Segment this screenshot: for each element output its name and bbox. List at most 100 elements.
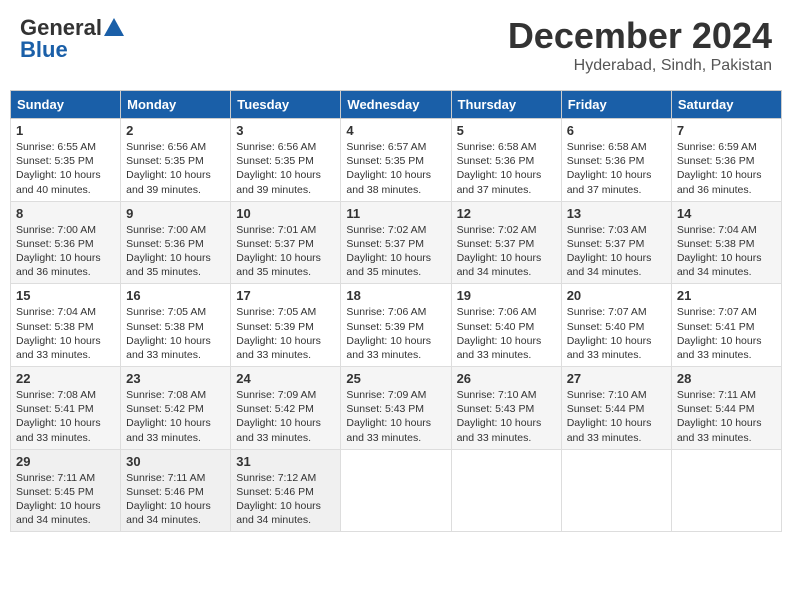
- sunrise: Sunrise: 7:04 AM: [16, 305, 115, 319]
- table-row: 29Sunrise: 7:11 AMSunset: 5:45 PMDayligh…: [11, 449, 121, 532]
- col-monday: Monday: [121, 91, 231, 119]
- sunrise: Sunrise: 6:56 AM: [126, 140, 225, 154]
- daylight: Daylight: 10 hours and 40 minutes.: [16, 168, 115, 196]
- day-number: 12: [457, 206, 556, 221]
- table-row: 11Sunrise: 7:02 AMSunset: 5:37 PMDayligh…: [341, 201, 451, 284]
- sunset: Sunset: 5:45 PM: [16, 485, 115, 499]
- day-number: 28: [677, 371, 776, 386]
- calendar-week-row: 1Sunrise: 6:55 AMSunset: 5:35 PMDaylight…: [11, 119, 782, 202]
- daylight: Daylight: 10 hours and 33 minutes.: [346, 416, 445, 444]
- day-number: 22: [16, 371, 115, 386]
- logo: General Blue: [20, 15, 124, 63]
- col-friday: Friday: [561, 91, 671, 119]
- sunrise: Sunrise: 7:10 AM: [457, 388, 556, 402]
- calendar-week-row: 22Sunrise: 7:08 AMSunset: 5:41 PMDayligh…: [11, 367, 782, 450]
- daylight: Daylight: 10 hours and 33 minutes.: [126, 334, 225, 362]
- col-thursday: Thursday: [451, 91, 561, 119]
- table-row: 2Sunrise: 6:56 AMSunset: 5:35 PMDaylight…: [121, 119, 231, 202]
- daylight: Daylight: 10 hours and 33 minutes.: [16, 416, 115, 444]
- daylight: Daylight: 10 hours and 33 minutes.: [346, 334, 445, 362]
- sunrise: Sunrise: 7:01 AM: [236, 223, 335, 237]
- logo-blue: Blue: [20, 37, 68, 63]
- daylight: Daylight: 10 hours and 39 minutes.: [236, 168, 335, 196]
- sunset: Sunset: 5:35 PM: [236, 154, 335, 168]
- table-row: 19Sunrise: 7:06 AMSunset: 5:40 PMDayligh…: [451, 284, 561, 367]
- calendar-week-row: 8Sunrise: 7:00 AMSunset: 5:36 PMDaylight…: [11, 201, 782, 284]
- day-number: 6: [567, 123, 666, 138]
- sunrise: Sunrise: 7:11 AM: [126, 471, 225, 485]
- daylight: Daylight: 10 hours and 35 minutes.: [346, 251, 445, 279]
- daylight: Daylight: 10 hours and 33 minutes.: [677, 334, 776, 362]
- table-row: 6Sunrise: 6:58 AMSunset: 5:36 PMDaylight…: [561, 119, 671, 202]
- sunset: Sunset: 5:38 PM: [126, 320, 225, 334]
- daylight: Daylight: 10 hours and 33 minutes.: [126, 416, 225, 444]
- table-row: 7 Sunrise: 6:59 AMSunset: 5:36 PMDaylight…: [671, 119, 781, 202]
- sunset: Sunset: 5:36 PM: [567, 154, 666, 168]
- daylight: Daylight: 10 hours and 38 minutes.: [346, 168, 445, 196]
- sunset: Sunset: 5:44 PM: [677, 402, 776, 416]
- day-number: 7: [677, 123, 776, 138]
- day-number: 13: [567, 206, 666, 221]
- day-number: 14: [677, 206, 776, 221]
- table-row: 13Sunrise: 7:03 AMSunset: 5:37 PMDayligh…: [561, 201, 671, 284]
- table-row: 12Sunrise: 7:02 AMSunset: 5:37 PMDayligh…: [451, 201, 561, 284]
- sunrise: Sunrise: 7:08 AM: [126, 388, 225, 402]
- table-row: [561, 449, 671, 532]
- col-tuesday: Tuesday: [231, 91, 341, 119]
- day-number: 25: [346, 371, 445, 386]
- daylight: Daylight: 10 hours and 33 minutes.: [567, 334, 666, 362]
- sunrise: Sunrise: 7:07 AM: [677, 305, 776, 319]
- day-number: 19: [457, 288, 556, 303]
- sunset: Sunset: 5:36 PM: [677, 154, 776, 168]
- sunset: Sunset: 5:42 PM: [236, 402, 335, 416]
- table-row: 18Sunrise: 7:06 AMSunset: 5:39 PMDayligh…: [341, 284, 451, 367]
- day-number: 9: [126, 206, 225, 221]
- sunrise: Sunrise: 7:12 AM: [236, 471, 335, 485]
- sunset: Sunset: 5:36 PM: [16, 237, 115, 251]
- table-row: 21Sunrise: 7:07 AMSunset: 5:41 PMDayligh…: [671, 284, 781, 367]
- daylight: Daylight: 10 hours and 34 minutes.: [567, 251, 666, 279]
- day-number: 8: [16, 206, 115, 221]
- table-row: 8Sunrise: 7:00 AMSunset: 5:36 PMDaylight…: [11, 201, 121, 284]
- daylight: Daylight: 10 hours and 34 minutes.: [16, 499, 115, 527]
- daylight: Daylight: 10 hours and 33 minutes.: [457, 416, 556, 444]
- sunset: Sunset: 5:39 PM: [346, 320, 445, 334]
- day-number: 16: [126, 288, 225, 303]
- day-number: 11: [346, 206, 445, 221]
- table-row: 16Sunrise: 7:05 AMSunset: 5:38 PMDayligh…: [121, 284, 231, 367]
- month-title: December 2024: [508, 15, 772, 57]
- table-row: 9Sunrise: 7:00 AMSunset: 5:36 PMDaylight…: [121, 201, 231, 284]
- table-row: 15Sunrise: 7:04 AMSunset: 5:38 PMDayligh…: [11, 284, 121, 367]
- day-number: 21: [677, 288, 776, 303]
- sunset: Sunset: 5:43 PM: [346, 402, 445, 416]
- sunrise: Sunrise: 7:02 AM: [346, 223, 445, 237]
- table-row: 26Sunrise: 7:10 AMSunset: 5:43 PMDayligh…: [451, 367, 561, 450]
- sunrise: Sunrise: 7:00 AM: [16, 223, 115, 237]
- sunrise: Sunrise: 7:09 AM: [236, 388, 335, 402]
- daylight: Daylight: 10 hours and 36 minutes.: [677, 168, 776, 196]
- day-number: 5: [457, 123, 556, 138]
- day-number: 15: [16, 288, 115, 303]
- sunset: Sunset: 5:36 PM: [126, 237, 225, 251]
- sunrise: Sunrise: 6:55 AM: [16, 140, 115, 154]
- table-row: 3Sunrise: 6:56 AMSunset: 5:35 PMDaylight…: [231, 119, 341, 202]
- sunrise: Sunrise: 7:11 AM: [677, 388, 776, 402]
- sunset: Sunset: 5:39 PM: [236, 320, 335, 334]
- sunset: Sunset: 5:42 PM: [126, 402, 225, 416]
- col-sunday: Sunday: [11, 91, 121, 119]
- day-number: 17: [236, 288, 335, 303]
- table-row: 30Sunrise: 7:11 AMSunset: 5:46 PMDayligh…: [121, 449, 231, 532]
- col-wednesday: Wednesday: [341, 91, 451, 119]
- sunset: Sunset: 5:37 PM: [567, 237, 666, 251]
- day-number: 4: [346, 123, 445, 138]
- calendar-week-row: 29Sunrise: 7:11 AMSunset: 5:45 PMDayligh…: [11, 449, 782, 532]
- day-number: 2: [126, 123, 225, 138]
- table-row: 17Sunrise: 7:05 AMSunset: 5:39 PMDayligh…: [231, 284, 341, 367]
- sunset: Sunset: 5:38 PM: [16, 320, 115, 334]
- sunset: Sunset: 5:44 PM: [567, 402, 666, 416]
- sunset: Sunset: 5:35 PM: [16, 154, 115, 168]
- table-row: 27Sunrise: 7:10 AMSunset: 5:44 PMDayligh…: [561, 367, 671, 450]
- sunrise: Sunrise: 6:59 AM: [677, 140, 776, 154]
- daylight: Daylight: 10 hours and 33 minutes.: [457, 334, 556, 362]
- day-number: 20: [567, 288, 666, 303]
